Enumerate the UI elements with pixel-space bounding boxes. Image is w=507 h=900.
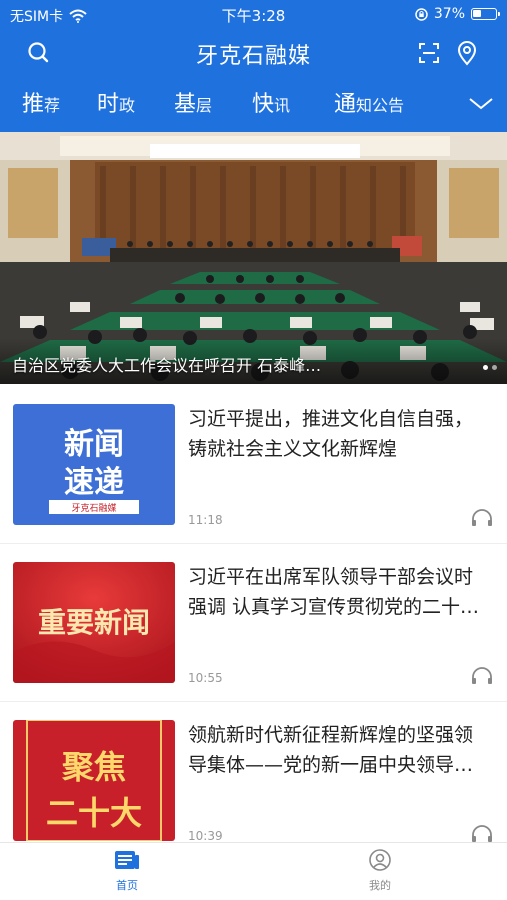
nav-bar: 牙克石融媒	[0, 30, 507, 76]
status-bar: 无SIM卡 下午3:28 37%	[0, 0, 507, 30]
battery-icon	[471, 8, 500, 20]
news-time: 10:55	[188, 671, 223, 685]
chevron-down-icon[interactable]	[466, 92, 496, 116]
thumb-text-line1: 聚焦	[61, 748, 126, 786]
tab-recommend[interactable]: 推荐	[22, 86, 60, 126]
thumb-text-line2: 速递	[64, 465, 124, 500]
user-icon	[369, 849, 391, 871]
orientation-lock-icon	[415, 7, 428, 21]
tab-recommend-sublabel: 荐	[44, 96, 61, 115]
headline-banner[interactable]: 自治区党委人大工作会议在呼召开 石泰峰…	[0, 132, 507, 384]
tabbar-mine[interactable]: 我的	[340, 849, 420, 893]
tabbar-mine-label: 我的	[369, 879, 391, 892]
tab-recommend-label: 推	[22, 92, 45, 117]
carousel-dot	[492, 365, 497, 370]
thumb-text-line2: 二十大	[46, 794, 142, 832]
top-header: 无SIM卡 下午3:28 37% 牙克石融媒 推荐 时政 基层 快讯 通知公告	[0, 0, 507, 132]
news-home-icon	[115, 851, 139, 869]
battery-level	[473, 10, 481, 17]
news-title: 习近平提出，推进文化自信自强，铸就社会主义文化新辉煌	[188, 408, 474, 460]
news-item[interactable]: 聚焦 二十大 领航新时代新征程新辉煌的坚强领导集体——党的新一届中央领导机构产生…	[0, 702, 507, 860]
tab-grassroots[interactable]: 基层	[174, 86, 212, 126]
news-item[interactable]: 重要新闻 习近平在出席军队领导干部会议时强调 认真学习宣传贯彻党的二十大精神 1…	[0, 544, 507, 702]
tab-notice-sublabel: 知公告	[356, 96, 405, 115]
headphones-icon[interactable]	[470, 666, 494, 686]
thumb-text-line1: 重要新闻	[38, 606, 150, 639]
tab-flash[interactable]: 快讯	[252, 86, 290, 126]
tab-politics[interactable]: 时政	[97, 86, 135, 126]
headphones-icon[interactable]	[470, 824, 494, 844]
app-screen: 无SIM卡 下午3:28 37% 牙克石融媒 推荐 时政 基层 快讯 通知公告 …	[0, 0, 507, 900]
tabbar-home[interactable]: 首页	[87, 849, 167, 893]
tab-grassroots-sublabel: 层	[196, 96, 213, 115]
news-title: 习近平在出席军队领导干部会议时强调 认真学习宣传贯彻党的二十大精神	[188, 566, 480, 618]
tab-grassroots-label: 基	[174, 92, 197, 117]
thumb-brand-tag: 牙克石融媒	[71, 503, 116, 514]
location-icon[interactable]	[452, 38, 482, 68]
tab-flash-sublabel: 讯	[274, 96, 291, 115]
tabbar-home-label: 首页	[116, 879, 138, 892]
news-thumbnail: 新闻 速递 牙克石融媒	[13, 404, 175, 525]
category-tabs: 推荐 时政 基层 快讯 通知公告	[0, 86, 507, 126]
news-title: 领航新时代新征程新辉煌的坚强领导集体——党的新一届中央领导机构产生纪实	[188, 724, 474, 776]
news-thumbnail: 聚焦 二十大	[13, 720, 175, 841]
headphones-icon[interactable]	[470, 508, 494, 528]
battery-percent: 37%	[433, 6, 465, 22]
news-thumbnail: 重要新闻	[13, 562, 175, 683]
carousel-dot	[483, 365, 488, 370]
bottom-tab-bar: 首页 我的	[0, 842, 507, 900]
news-time: 11:18	[188, 513, 223, 527]
tab-politics-sublabel: 政	[119, 96, 136, 115]
tab-notice-label: 通	[334, 92, 357, 117]
tab-politics-label: 时	[97, 92, 120, 117]
scan-icon[interactable]	[414, 38, 444, 68]
carousel-indicator	[483, 365, 497, 370]
thumb-text-line1: 新闻	[64, 427, 124, 462]
tab-flash-label: 快	[252, 92, 275, 117]
banner-caption: 自治区党委人大工作会议在呼召开 石泰峰…	[12, 356, 322, 375]
news-item[interactable]: 新闻 速递 牙克石融媒 习近平提出，推进文化自信自强，铸就社会主义文化新辉煌 1…	[0, 386, 507, 544]
banner-photo	[0, 132, 507, 384]
tab-notice[interactable]: 通知公告	[334, 86, 404, 126]
news-time: 10:39	[188, 829, 223, 843]
